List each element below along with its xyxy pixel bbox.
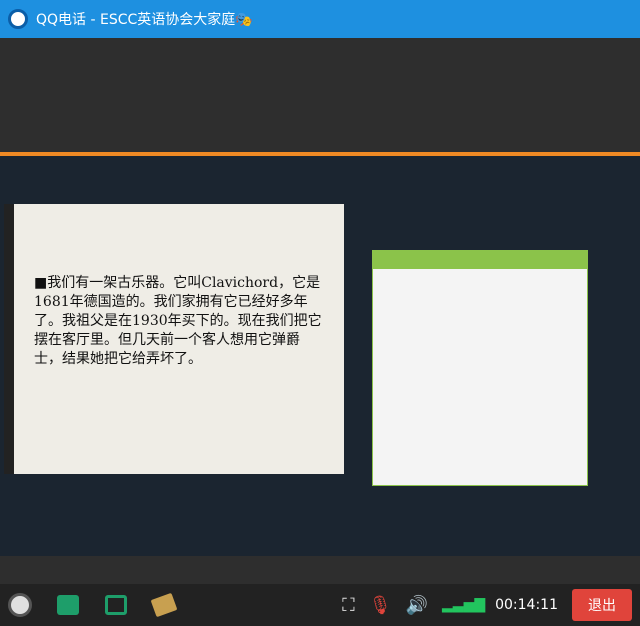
whiteboard-icon (150, 592, 178, 618)
window-title: QQ电话 - ESCC英语协会大家庭🎭 (36, 12, 253, 28)
camera-icon (8, 593, 32, 617)
signal-icon: ▂▃▅▇ (442, 597, 486, 613)
stats-button[interactable] (56, 593, 80, 617)
video-stage: ■我们有一架古乐器。它叫Clavichord，它是1681年德国造的。我们家拥有… (0, 38, 640, 584)
speaker-icon[interactable]: 🔊 (406, 595, 428, 616)
chat-window (372, 250, 588, 486)
slide: ■我们有一架古乐器。它叫Clavichord，它是1681年德国造的。我们家拥有… (4, 204, 344, 474)
mic-off-icon[interactable]: 🎙 (369, 595, 392, 616)
screen-share-icon (105, 595, 127, 615)
call-controls: ⛶ 🎙 🔊 ▂▃▅▇ 00:14:11 退出 (0, 584, 640, 626)
camera-button[interactable] (8, 593, 32, 617)
stats-icon (57, 595, 79, 615)
chat-header (373, 251, 587, 269)
call-timer: 00:14:11 (495, 597, 558, 613)
fullscreen-icon[interactable]: ⛶ (342, 595, 355, 616)
screen-share-button[interactable] (104, 593, 128, 617)
right-controls: ⛶ 🎙 🔊 ▂▃▅▇ 00:14:11 退出 (342, 589, 632, 621)
title-bar: QQ电话 - ESCC英语协会大家庭🎭 (0, 0, 640, 38)
exit-button[interactable]: 退出 (572, 589, 632, 621)
qq-logo-icon (8, 9, 28, 29)
shared-screen: ■我们有一架古乐器。它叫Clavichord，它是1681年德国造的。我们家拥有… (0, 152, 640, 556)
whiteboard-button[interactable] (150, 592, 178, 618)
slide-frame (4, 204, 14, 474)
share-border (0, 152, 640, 156)
slide-text: ■我们有一架古乐器。它叫Clavichord，它是1681年德国造的。我们家拥有… (34, 275, 322, 367)
